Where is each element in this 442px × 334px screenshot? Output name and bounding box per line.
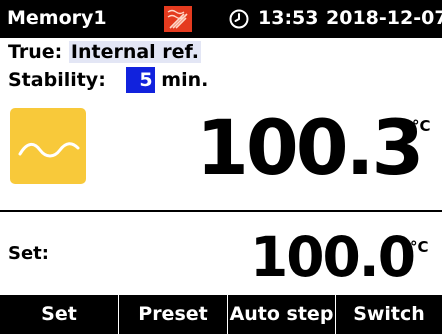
true-value[interactable]: Internal ref. — [68, 41, 202, 63]
true-sensor-row: True: Internal ref. — [8, 39, 202, 65]
set-softkey[interactable]: Set — [0, 295, 119, 334]
screen-title: Memory1 — [7, 7, 107, 29]
actual-temperature-unit: °C — [412, 117, 431, 135]
preset-softkey[interactable]: Preset — [119, 295, 228, 334]
stability-unit: min. — [161, 69, 209, 91]
true-label: True: — [8, 41, 63, 63]
clock-icon — [227, 7, 251, 31]
stability-value[interactable]: 5 — [125, 67, 155, 93]
softkey-bar: Set Preset Auto step Switch — [0, 295, 442, 334]
setpoint-unit: °C — [410, 238, 429, 256]
clock-time: 13:53 — [258, 7, 319, 29]
auto-step-softkey[interactable]: Auto step — [228, 295, 336, 334]
setpoint-label: Set: — [8, 243, 49, 264]
wave-icon — [10, 108, 86, 184]
setpoint-value[interactable]: 100.0 — [250, 225, 416, 289]
heater-icon — [164, 6, 192, 32]
stability-label: Stability: — [8, 69, 106, 91]
actual-temperature: 100.3 — [196, 103, 424, 192]
clock-date: 2018-12-07 — [326, 7, 442, 29]
switch-softkey[interactable]: Switch — [336, 295, 442, 334]
stability-row: Stability: 5 min. — [8, 67, 208, 93]
header-bar: Memory1 13:53 2018-12-07 — [0, 0, 442, 38]
divider — [0, 210, 442, 212]
